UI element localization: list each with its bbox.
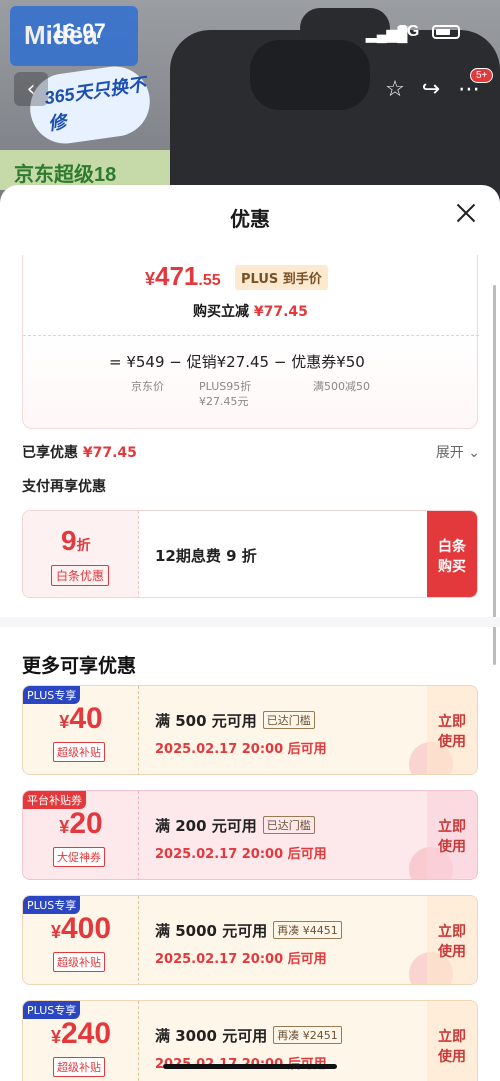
sheet-title: 优惠 [230,207,270,231]
final-price: ¥471.55 [145,261,221,291]
promo-banner: 京东超级18 [0,150,170,190]
status-time: 16:07 [52,20,106,43]
enjoyed-discount: 已享优惠 ¥77.45 [22,445,137,461]
use-coupon-button[interactable]: 立即 使用 [427,686,477,774]
coupon-amount: ¥240 [50,1017,112,1050]
dashed-divider [23,335,479,336]
baitiao-offer[interactable]: 9折 白条优惠 12期息费 9 折 白条 购买 [22,510,478,598]
price-breakdown-card: ¥471.55 PLUS 到手价 购买立减 ¥77.45 = ¥549 − 促销… [22,255,479,429]
pay-more-heading: 支付再享优惠 [22,479,106,495]
coupon-kind: 超级补贴 [53,742,105,762]
coupon-condition: 满 200 元可用 已达门槛 [155,815,315,836]
coupon-threshold-badge: 再凑 ¥4451 [273,921,342,939]
expand-button[interactable]: 展开 ⌄ [436,442,480,462]
coupon-date: 2025.02.17 20:00 后可用 [155,952,327,967]
battery-icon [432,25,460,39]
plus-price-tag: PLUS 到手价 [235,265,328,290]
use-coupon-button[interactable]: 立即 使用 [427,896,477,984]
price-formula: = ¥549 − 促销¥27.45 − 优惠券¥50 [109,353,365,371]
coupon-date: 2025.02.17 20:00 后可用 [155,847,327,862]
coupon-card[interactable]: PLUS专享 ¥400 超级补贴 满 5000 元可用 再凑 ¥4451 2025… [22,895,478,985]
use-coupon-button[interactable]: 立即 使用 [427,791,477,879]
coupon-date: 2025.02.17 20:00 后可用 [155,1053,327,1072]
baitiao-tag: 白条优惠 [51,565,110,586]
coupon-threshold-badge: 已达门槛 [262,816,315,834]
section-gap [0,617,500,627]
baitiao-desc: 12期息费 9 折 [155,547,257,565]
notification-badge: 5+ [470,68,494,83]
favorite-star-icon[interactable]: ☆ [378,72,412,106]
network-label: 5G [398,23,420,40]
promo-sub-line2: ¥27.45元 [199,395,249,408]
coupon-condition: 满 3000 元可用 再凑 ¥2451 [155,1025,342,1046]
close-icon[interactable] [454,201,478,225]
coupon-amount: ¥20 [59,807,103,840]
promo-sub-line1: PLUS95折 [199,380,252,393]
coupon-condition: 满 5000 元可用 再凑 ¥4451 [155,920,342,941]
coupon-card[interactable]: PLUS专享 ¥40 超级补贴 满 500 元可用 已达门槛 2025.02.17… [22,685,478,775]
baitiao-buy-button[interactable]: 白条 购买 [427,511,477,597]
coupon-kind: 超级补贴 [53,1057,105,1077]
coupon-kind: 大促神券 [53,847,105,867]
purchase-reduction: 购买立减 ¥77.45 [193,304,308,320]
coupon-threshold-badge: 再凑 ¥2451 [273,1026,342,1044]
coupon-card[interactable]: 平台补贴券 ¥20 大促神券 满 200 元可用 已达门槛 2025.02.17 … [22,790,478,880]
coupon-sub-label: 满500减50 [313,380,370,393]
coupon-amount: ¥400 [50,912,112,945]
coupon-condition: 满 500 元可用 已达门槛 [155,710,315,731]
share-icon[interactable]: ↪ [414,72,448,106]
scrollbar[interactable] [493,285,496,665]
coupon-threshold-badge: 已达门槛 [262,711,315,729]
back-button[interactable]: ‹ [14,72,48,106]
discount-sheet: 优惠 ¥471.55 PLUS 到手价 购买立减 ¥77.45 = ¥549 −… [0,185,500,1081]
coupon-amount: ¥40 [59,702,103,735]
coupon-date: 2025.02.17 20:00 后可用 [155,742,327,757]
jd-price-label: 京东价 [131,380,164,393]
use-coupon-button[interactable]: 立即 使用 [427,1001,477,1081]
status-bar: 16:07 ▂▄▆█ 5G [0,0,500,60]
baitiao-discount: 9折 [61,525,91,556]
coupon-kind: 超级补贴 [53,952,105,972]
more-offers-title: 更多可享优惠 [22,655,137,677]
home-indicator[interactable] [163,1064,337,1069]
